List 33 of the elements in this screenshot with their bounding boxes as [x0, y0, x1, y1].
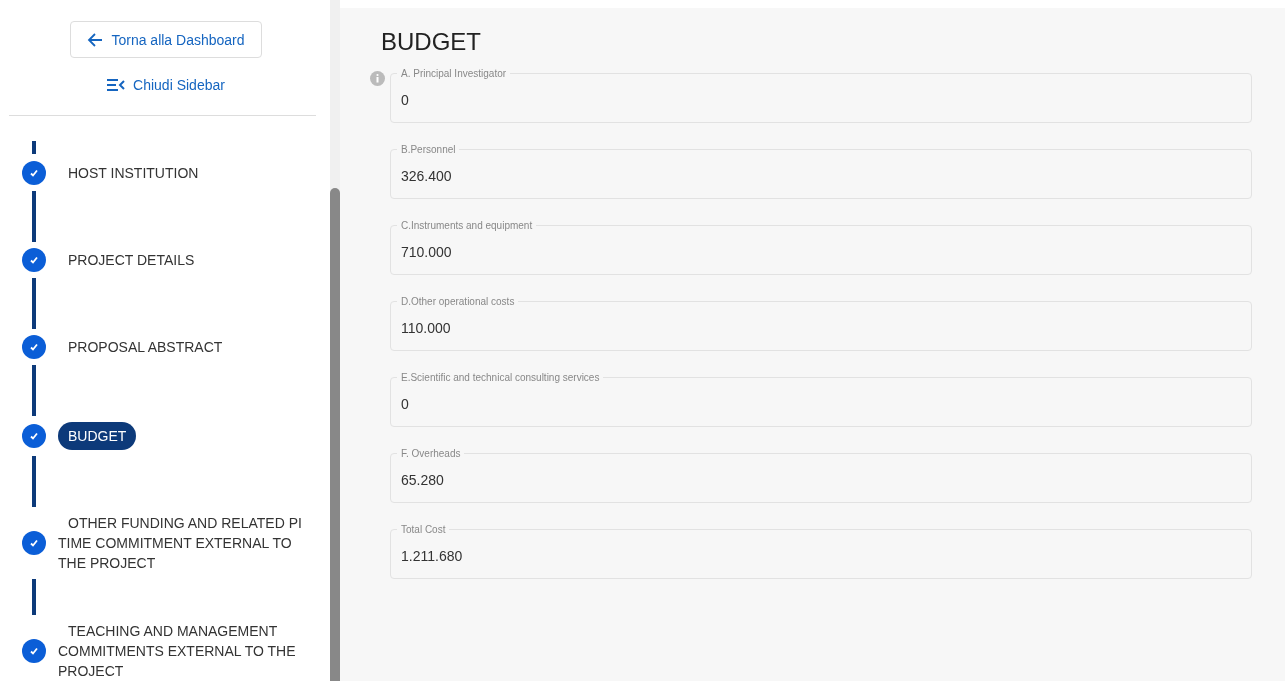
- step-item[interactable]: OTHER FUNDING AND RELATED PI TIME COMMITMENT EXTERNAL TO THE PROJECT: [58, 513, 308, 573]
- field-label: D.Other operational costs: [397, 296, 519, 308]
- close-sidebar-button[interactable]: Chiudi Sidebar: [107, 77, 225, 93]
- menu-collapse-icon: [107, 78, 126, 92]
- step-item[interactable]: TEACHING AND MANAGEMENT COMMITMENTS EXTERNAL TO THE PROJECT: [58, 621, 308, 681]
- step-item[interactable]: BUDGET: [58, 422, 137, 450]
- field-label: A. Principal Investigator: [397, 68, 511, 80]
- field-value: 710.000: [401, 244, 452, 260]
- step-item[interactable]: HOST INSTITUTION: [58, 163, 199, 183]
- field-label: F. Overheads: [397, 448, 465, 460]
- field-label: B.Personnel: [397, 144, 460, 156]
- back-button[interactable]: Torna alla Dashboard: [70, 21, 262, 58]
- check-icon: [29, 646, 39, 656]
- field-value: 0: [401, 92, 409, 108]
- page-title: BUDGET: [381, 28, 482, 56]
- scrollbar[interactable]: [330, 0, 340, 681]
- check-icon: [29, 255, 39, 265]
- field-value: 65.280: [401, 472, 444, 488]
- info-icon[interactable]: [370, 71, 385, 86]
- field-label: Total Cost: [397, 524, 450, 536]
- field-value: 326.400: [401, 168, 452, 184]
- step-item[interactable]: PROJECT DETAILS: [58, 250, 195, 270]
- check-icon: [29, 538, 39, 548]
- check-icon: [29, 342, 39, 352]
- field-label: E.Scientific and technical consulting services: [397, 372, 604, 384]
- check-icon: [29, 168, 39, 178]
- field-value: 1.211.680: [401, 548, 463, 564]
- step-item[interactable]: PROPOSAL ABSTRACT: [58, 337, 223, 357]
- field-label: C.Instruments and equipment: [397, 220, 537, 232]
- arrow-left-icon: [87, 31, 104, 48]
- field-value: 110.000: [401, 320, 451, 336]
- field-value: 0: [401, 396, 409, 412]
- check-icon: [29, 431, 39, 441]
